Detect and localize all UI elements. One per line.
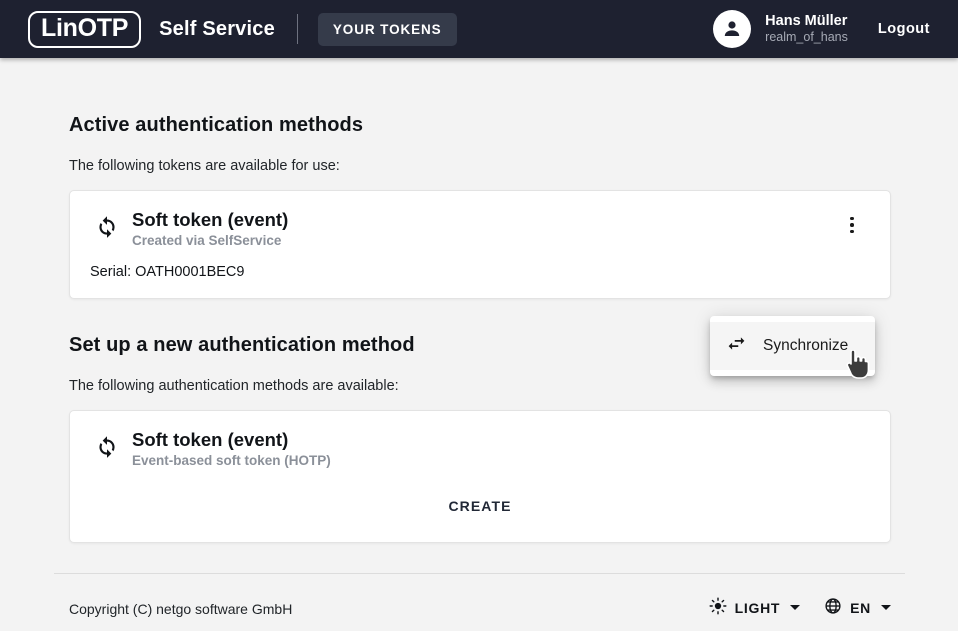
create-button[interactable]: CREATE [434, 492, 525, 520]
mouse-cursor-pointer [845, 350, 871, 385]
setup-methods-subtitle: The following authentication methods are… [69, 378, 399, 394]
linotp-logo[interactable]: LinOTP [28, 11, 141, 48]
new-method-header: Soft token (event) Event-based soft toke… [70, 411, 890, 468]
new-method-card: Soft token (event) Event-based soft toke… [69, 410, 891, 543]
header-divider [297, 14, 298, 44]
active-token-header: Soft token (event) Created via SelfServi… [70, 191, 890, 248]
user-realm: realm_of_hans [765, 30, 848, 46]
language-label: EN [850, 600, 871, 616]
active-methods-title: Active authentication methods [69, 114, 363, 137]
header-user-area: Hans Müller realm_of_hans Logout [713, 10, 958, 48]
sun-icon [709, 597, 727, 618]
logout-button[interactable]: Logout [878, 21, 930, 37]
logo-label: LinOTP [41, 16, 128, 41]
new-method-title: Soft token (event) [132, 429, 331, 450]
chevron-down-icon [881, 605, 891, 610]
person-icon [720, 17, 744, 41]
menu-item-synchronize-label: Synchronize [763, 337, 848, 355]
new-method-subtitle: Event-based soft token (HOTP) [132, 453, 331, 468]
user-info: Hans Müller realm_of_hans [765, 12, 848, 46]
new-method-text: Soft token (event) Event-based soft toke… [132, 429, 331, 468]
create-row: CREATE [70, 468, 890, 542]
main-content: Active authentication methods The follow… [0, 58, 958, 573]
globe-icon [824, 597, 842, 618]
active-token-subtitle: Created via SelfService [132, 233, 288, 248]
setup-methods-title: Set up a new authentication method [69, 334, 415, 357]
active-token-text: Soft token (event) Created via SelfServi… [132, 209, 288, 248]
app-footer: Copyright (C) netgo software GmbH [0, 573, 958, 631]
active-token-card: Soft token (event) Created via SelfServi… [69, 190, 891, 299]
kebab-dot [850, 217, 854, 221]
token-more-options-button[interactable] [840, 213, 864, 237]
kebab-dot [850, 230, 854, 234]
app-title: Self Service [159, 18, 275, 41]
copyright-text: Copyright (C) netgo software GmbH [69, 601, 292, 617]
autorenew-icon [90, 213, 124, 239]
your-tokens-nav-button[interactable]: YOUR TOKENS [318, 13, 457, 46]
user-name: Hans Müller [765, 12, 848, 30]
swap-horizontal-icon [726, 333, 747, 359]
active-methods-subtitle: The following tokens are available for u… [69, 158, 340, 174]
chevron-down-icon [790, 605, 800, 610]
kebab-dot [850, 223, 854, 227]
active-token-title: Soft token (event) [132, 209, 288, 230]
token-serial: Serial: OATH0001BEC9 [70, 248, 890, 298]
theme-label: LIGHT [735, 600, 781, 616]
footer-controls: LIGHT EN [709, 597, 891, 618]
autorenew-icon [90, 433, 124, 459]
theme-selector[interactable]: LIGHT [709, 597, 801, 618]
footer-divider [54, 573, 905, 574]
avatar[interactable] [713, 10, 751, 48]
app-header: LinOTP Self Service YOUR TOKENS Hans Mül… [0, 0, 958, 58]
language-selector[interactable]: EN [824, 597, 891, 618]
